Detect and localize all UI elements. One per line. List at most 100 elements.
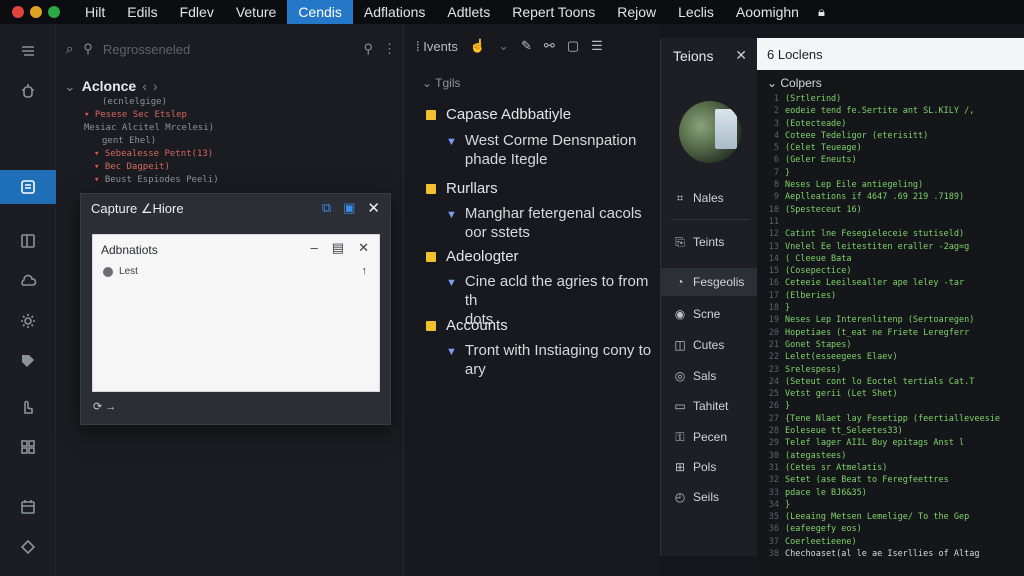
code-line[interactable]: 16 Ceteeie Leeilsealler ape leley -tar bbox=[757, 277, 1024, 289]
expand-icon[interactable]: ⧉ bbox=[322, 200, 331, 216]
menu-item-hilt[interactable]: Hilt bbox=[74, 0, 116, 24]
search-bar[interactable]: ⌕ ⚲ Regrosseneled ⚲ ⋮ bbox=[66, 36, 396, 62]
code-line[interactable]: 31 (Cetes sr Atmelatis) bbox=[757, 462, 1024, 474]
code-line[interactable]: 8 Neses Lep Eile antiegeling) bbox=[757, 179, 1024, 191]
chevron-down-icon[interactable]: ▾ bbox=[94, 175, 105, 185]
code-line[interactable]: 36 (eafeegefy eos) bbox=[757, 523, 1024, 535]
panel-item-pecen[interactable]: ⚿ Pecen bbox=[661, 423, 757, 451]
panel-item-cutes[interactable]: ◫ Cutes bbox=[661, 331, 757, 359]
menu-item-rejow[interactable]: Rejow bbox=[606, 0, 667, 24]
section-header[interactable]: ⌄ Tgils bbox=[422, 76, 461, 90]
save-icon[interactable]: ▤ bbox=[332, 240, 344, 256]
topic-item[interactable]: Adeologter bbox=[426, 248, 519, 265]
close-window-button[interactable] bbox=[12, 6, 24, 18]
topic-item[interactable]: Rurllars bbox=[426, 180, 498, 197]
close-icon[interactable]: ✕ bbox=[358, 240, 369, 256]
zoom-window-button[interactable] bbox=[48, 6, 60, 18]
code-line[interactable]: 18 } bbox=[757, 302, 1024, 314]
files-icon[interactable] bbox=[0, 170, 56, 204]
link-icon[interactable]: ⚯ bbox=[544, 38, 555, 54]
bug-icon[interactable] bbox=[0, 74, 56, 108]
tree-item[interactable]: ▾ Pesese Sec Etslep bbox=[84, 109, 404, 122]
panel-item-pols[interactable]: ⊞ Pols bbox=[661, 453, 757, 481]
menu-item-veture[interactable]: Veture bbox=[225, 0, 287, 24]
chevron-down-icon[interactable]: ⌄ bbox=[422, 76, 435, 90]
cloud-icon[interactable] bbox=[0, 264, 56, 298]
gesture-icon[interactable]: ☝ bbox=[470, 38, 486, 54]
code-line[interactable]: 19 Neses Lep Interenlitenp (Sertoaregen) bbox=[757, 314, 1024, 326]
chevron-down-icon[interactable]: ▾ bbox=[94, 149, 105, 159]
gear-icon[interactable] bbox=[0, 304, 56, 338]
back-icon[interactable]: ‹ bbox=[142, 78, 147, 94]
avatar[interactable] bbox=[679, 101, 741, 163]
hand-icon[interactable] bbox=[0, 390, 56, 424]
code-line[interactable]: 13 Vnelel Ee leitestiten eraller -2ag=g bbox=[757, 241, 1024, 253]
panel-item-scne[interactable]: ◉ Scne bbox=[661, 300, 757, 328]
code-line[interactable]: 35 (Leeaing Metsen Lemelige/ To the Gep bbox=[757, 511, 1024, 523]
code-line[interactable]: 15 (Cosepectice) bbox=[757, 265, 1024, 277]
code-line[interactable]: 5 (Celet Teueage) bbox=[757, 142, 1024, 154]
code-line[interactable]: 17 (Elberies) bbox=[757, 290, 1024, 302]
menu-item-leclis[interactable]: Leclis bbox=[667, 0, 725, 24]
code-line[interactable]: 10 (Spesteceut 16) bbox=[757, 204, 1024, 216]
chevron-down-icon[interactable]: ⌄ bbox=[767, 76, 780, 90]
minimize-icon[interactable]: – bbox=[311, 240, 318, 256]
menu-item-repert-toons[interactable]: Repert Toons bbox=[501, 0, 606, 24]
panel-item-nales[interactable]: ⌗ Nales bbox=[661, 184, 757, 212]
menu-item-edils[interactable]: Edils bbox=[116, 0, 168, 24]
frame-icon[interactable]: ▢ bbox=[567, 38, 579, 54]
chevron-down-icon[interactable]: ⌄ bbox=[498, 38, 509, 54]
lock-icon[interactable]: 🔒︎ bbox=[818, 4, 825, 20]
copy-icon[interactable]: ▣ bbox=[343, 200, 355, 216]
tree-item[interactable]: Mesiac Alcitel Mrcelesi) bbox=[84, 122, 404, 135]
calendar-icon[interactable] bbox=[0, 490, 56, 524]
code-line[interactable]: 27 {Tene Nlaet lay Fesetipp (feertiallev… bbox=[757, 413, 1024, 425]
panel-item-sals[interactable]: ◎ Sals bbox=[661, 362, 757, 390]
menu-item-adflations[interactable]: Adflations bbox=[353, 0, 436, 24]
topic-subitem[interactable]: ▼ Manghar fetergenal cacols oor sstets bbox=[446, 204, 642, 242]
tree-item[interactable]: ▾ Bec Dagpeit) bbox=[84, 161, 404, 174]
panel-item-seils[interactable]: ◴ Seils bbox=[661, 483, 757, 511]
diamond-icon[interactable] bbox=[0, 530, 56, 564]
menu-item-cendis[interactable]: Cendis bbox=[287, 0, 353, 24]
chevron-down-icon[interactable]: ⌄ bbox=[64, 78, 76, 95]
code-line[interactable]: 7} bbox=[757, 167, 1024, 179]
code-line[interactable]: 25 Vetst gerii (Let Shet) bbox=[757, 388, 1024, 400]
pen-icon[interactable]: ✎ bbox=[521, 38, 532, 54]
stack-icon[interactable]: ☰ bbox=[591, 38, 603, 54]
tree-item[interactable]: gent Ehel) bbox=[84, 135, 404, 148]
panel-item-fesgeolis[interactable]: ◔ Fesgeolis bbox=[661, 268, 757, 296]
minimize-window-button[interactable] bbox=[30, 6, 42, 18]
events-button[interactable]: ⁞ Ivents bbox=[416, 39, 458, 54]
code-line[interactable]: 21 Gonet Stapes) bbox=[757, 339, 1024, 351]
topic-item[interactable]: Accounts bbox=[426, 317, 508, 334]
code-line[interactable]: 6 (Geler Eneuts) bbox=[757, 154, 1024, 166]
topic-item[interactable]: Capase Adbbatiyle bbox=[426, 106, 571, 123]
forward-icon[interactable]: › bbox=[153, 78, 158, 94]
code-line[interactable]: 9 Aeplleations if 4647 .69 219 .7189) bbox=[757, 191, 1024, 203]
code-line[interactable]: 11 bbox=[757, 216, 1024, 228]
list-item[interactable]: Lest bbox=[103, 266, 138, 277]
topic-subitem[interactable]: ▼ West Corme Densnpation phade Itegle bbox=[446, 131, 636, 169]
tree-item[interactable]: ▾ Beust Espiodes Peeli) bbox=[84, 174, 404, 187]
code-line[interactable]: 2 eodeie tend fe.Sertite ant SL.KILY /, bbox=[757, 105, 1024, 117]
close-icon[interactable]: ✕ bbox=[367, 199, 380, 217]
code-line[interactable]: 14 ( Cleeue Bata bbox=[757, 253, 1024, 265]
code-line[interactable]: 30 (ategastees) bbox=[757, 450, 1024, 462]
code-editor[interactable]: 1 (Srtlerind) 2 eodeie tend fe.Sertite ant… bbox=[757, 93, 1024, 560]
layers-icon[interactable] bbox=[0, 34, 56, 68]
more-icon[interactable]: ⋮ bbox=[383, 41, 396, 57]
code-line[interactable]: 1 (Srtlerind) bbox=[757, 93, 1024, 105]
code-line[interactable]: 23 Srelespess) bbox=[757, 364, 1024, 376]
search-placeholder[interactable]: Regrosseneled bbox=[103, 42, 190, 57]
capture-footer[interactable]: ⟳ → bbox=[93, 400, 116, 413]
chevron-down-icon[interactable]: ▾ bbox=[84, 110, 95, 120]
code-line[interactable]: 4 Coteee Tedeligor (eterisitt) bbox=[757, 130, 1024, 142]
tree-item[interactable]: (ecnlelgige) bbox=[84, 96, 404, 109]
code-line[interactable]: 3 (Eotecteade) bbox=[757, 118, 1024, 130]
explorer-header[interactable]: ⌄ Aclonce ‹ › bbox=[64, 76, 158, 96]
panel-item-tahitet[interactable]: ▭ Tahitet bbox=[661, 392, 757, 420]
code-line[interactable]: 22 Lelet(esseegees Elaev) bbox=[757, 351, 1024, 363]
code-line[interactable]: 29 Telef lager AIIL Buy epitags Anst l bbox=[757, 437, 1024, 449]
code-line[interactable]: 33 pdace le BJ6&35) bbox=[757, 487, 1024, 499]
